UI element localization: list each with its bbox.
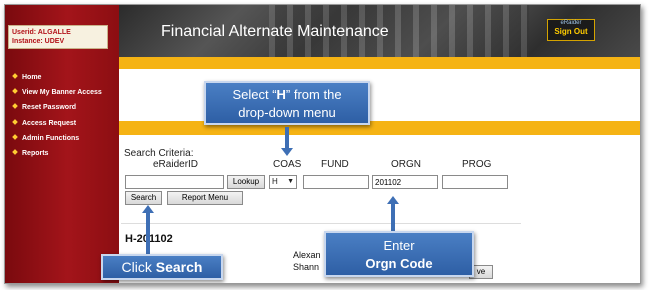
userid-text: Userid: ALGALLE (12, 29, 71, 36)
instance-text: Instance: UDEV (12, 38, 65, 45)
accent-bar-middle (119, 121, 640, 135)
report-menu-button[interactable]: Report Menu (167, 191, 243, 205)
page-header: Financial Alternate Maintenance eRaider … (119, 5, 640, 57)
arrow-down-icon (281, 148, 293, 156)
col-header-eraiderid: eRaiderID (153, 159, 199, 170)
bullet-icon (12, 73, 18, 79)
divider (121, 223, 521, 224)
sidebar-item-home[interactable]: Home (12, 73, 119, 88)
col-header-prog: PROG (462, 159, 492, 170)
col-header-fund: FUND (321, 159, 349, 170)
sidebar-item-reports[interactable]: Reports (12, 149, 119, 164)
arrow-shaft-coas (285, 127, 289, 149)
chevron-down-icon: ▼ (287, 178, 294, 185)
sidebar: Userid: ALGALLE Instance: UDEV Home View… (5, 5, 119, 283)
sidebar-item-view-banner-access[interactable]: View My Banner Access (12, 88, 119, 103)
col-header-orgn: ORGN (391, 159, 421, 170)
alternate-names: Alexan Shann (293, 249, 321, 273)
app-window: Userid: ALGALLE Instance: UDEV Home View… (4, 4, 641, 284)
session-info: Userid: ALGALLE Instance: UDEV (8, 25, 108, 49)
accent-bar-top (119, 57, 640, 69)
prog-input[interactable] (442, 175, 508, 189)
coas-select[interactable]: H ▼ (269, 175, 297, 189)
alternate-name-2: Shann (293, 262, 320, 272)
coas-selected-value: H (272, 177, 278, 186)
sidebar-item-reset-password[interactable]: Reset Password (12, 103, 119, 118)
page-title: Financial Alternate Maintenance (161, 23, 389, 40)
fund-input[interactable] (303, 175, 369, 189)
bullet-icon (12, 103, 18, 110)
arrow-shaft-orgn (391, 204, 395, 232)
col-header-coas: COAS (273, 159, 302, 170)
callout-click-search: Click Search (101, 254, 223, 280)
eraider-logo-text: eRaider (560, 20, 582, 26)
sidebar-nav: Home View My Banner Access Reset Passwor… (12, 73, 119, 164)
search-criteria-label: Search Criteria: (124, 148, 194, 159)
arrow-shaft-search (146, 212, 150, 256)
alternate-name-1: Alexan (293, 250, 321, 260)
lookup-button[interactable]: Lookup (227, 175, 265, 189)
sidebar-item-admin-functions[interactable]: Admin Functions (12, 133, 119, 149)
arrow-up-icon (387, 196, 399, 204)
bullet-icon (12, 88, 18, 95)
sign-out-button[interactable]: eRaider Sign Out (547, 19, 595, 41)
bullet-icon (12, 149, 18, 155)
bullet-icon (12, 133, 18, 140)
sign-out-label: Sign Out (554, 27, 588, 36)
eraiderid-input[interactable] (125, 175, 224, 189)
sidebar-item-access-request[interactable]: Access Request (12, 118, 119, 134)
bullet-icon (12, 118, 18, 125)
callout-enter-orgn: Enter Orgn Code (324, 231, 474, 277)
callout-select-coas: Select “H” from the drop-down menu (204, 81, 370, 125)
search-button[interactable]: Search (125, 191, 162, 205)
orgn-input[interactable] (372, 175, 438, 189)
